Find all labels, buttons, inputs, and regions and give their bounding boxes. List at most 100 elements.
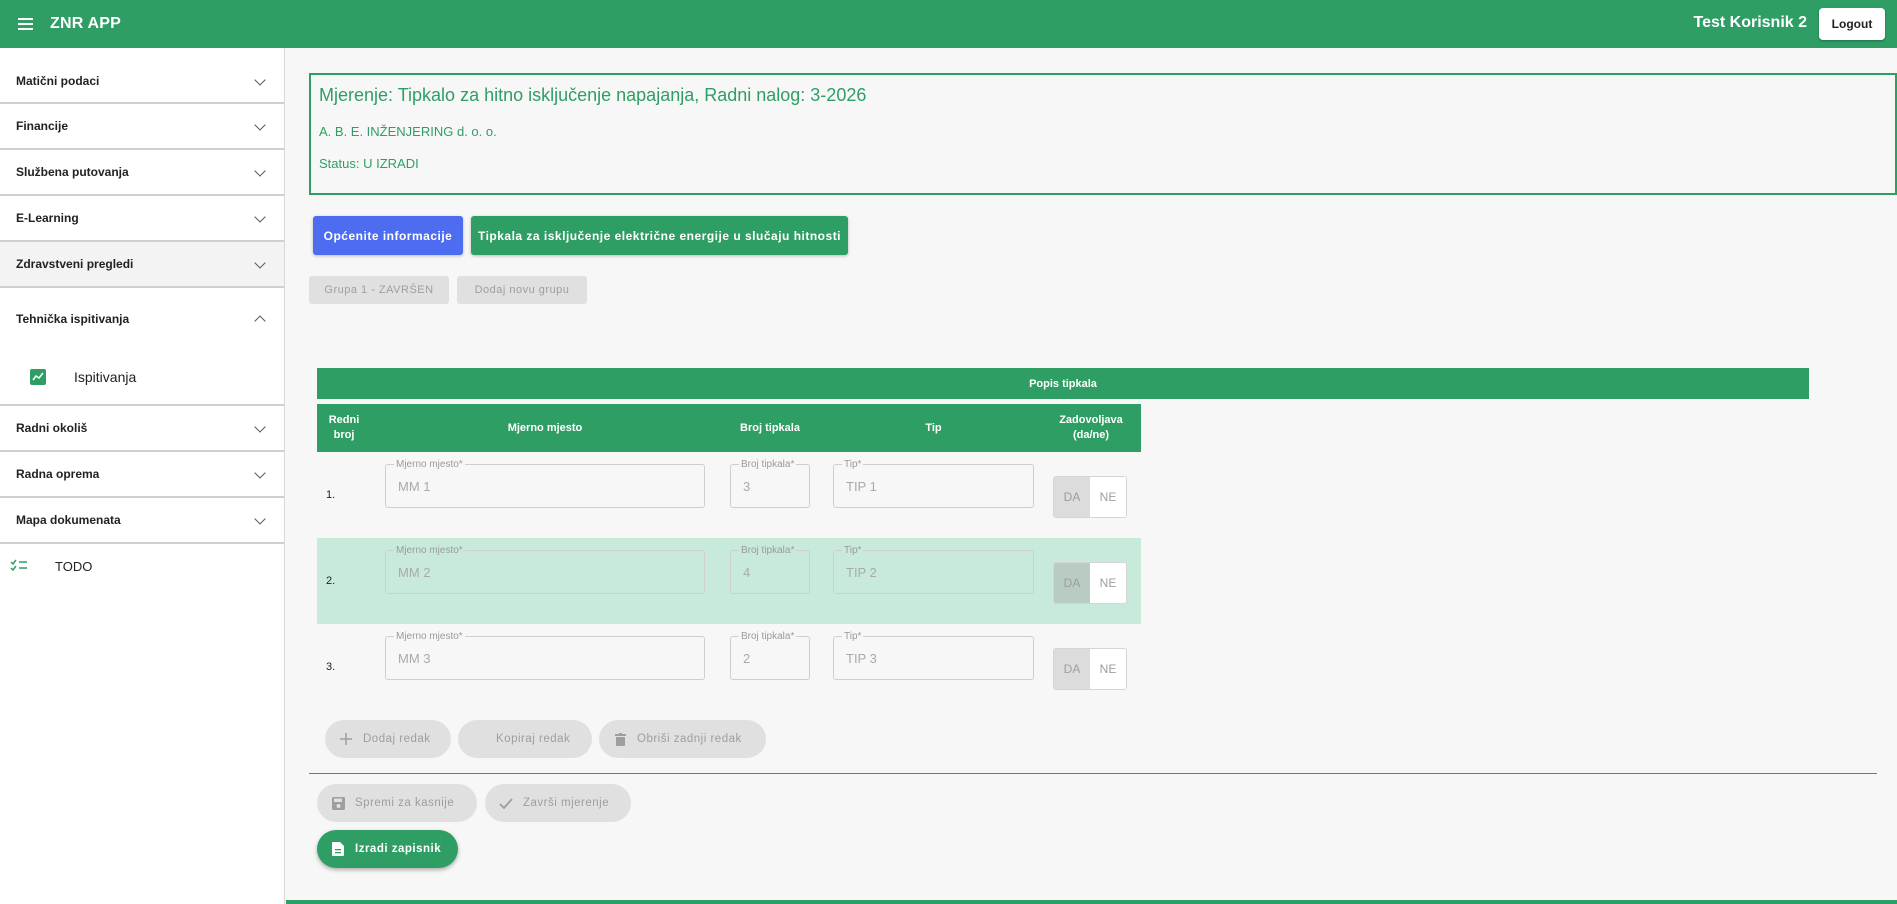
da-ne-toggle: DA NE bbox=[1053, 476, 1127, 518]
broj-tipkala-field[interactable]: Broj tipkala* 2 bbox=[730, 631, 810, 680]
logout-button[interactable]: Logout bbox=[1819, 8, 1885, 40]
ne-button[interactable]: NE bbox=[1090, 649, 1126, 689]
da-ne-toggle: DA NE bbox=[1053, 562, 1127, 604]
field-label: Mjerno mjesto* bbox=[394, 545, 465, 556]
field-label: Tip* bbox=[842, 459, 864, 470]
chevron-down-icon bbox=[254, 73, 266, 86]
tip-field[interactable]: Tip* TIP 3 bbox=[833, 631, 1034, 680]
field-value: TIP 2 bbox=[846, 565, 877, 580]
sidebar-subitem-ispitivanja[interactable]: Ispitivanja bbox=[0, 350, 284, 406]
field-value: 3 bbox=[743, 479, 751, 494]
sidebar: Matični podaci Financije Službena putova… bbox=[0, 48, 285, 904]
da-button[interactable]: DA bbox=[1054, 649, 1090, 689]
tip-field[interactable]: Tip* TIP 2 bbox=[833, 545, 1034, 594]
da-ne-toggle: DA NE bbox=[1053, 648, 1127, 690]
measurement-header: Mjerenje: Tipkalo za hitno isključenje n… bbox=[309, 73, 1897, 195]
plus-icon bbox=[339, 732, 353, 746]
da-button[interactable]: DA bbox=[1054, 477, 1090, 517]
sidebar-subitem-label: Ispitivanja bbox=[74, 369, 137, 385]
sidebar-item-label: Financije bbox=[16, 119, 69, 133]
finish-measurement-button[interactable]: Završi mjerenje bbox=[485, 784, 631, 822]
add-row-button[interactable]: Dodaj redak bbox=[325, 720, 451, 758]
field-label: Broj tipkala* bbox=[739, 545, 797, 556]
sidebar-item-financije[interactable]: Financije bbox=[0, 104, 284, 150]
field-value: TIP 1 bbox=[846, 479, 877, 494]
bottom-bar bbox=[286, 900, 1897, 904]
check-icon bbox=[499, 796, 513, 810]
chevron-up-icon bbox=[254, 314, 266, 327]
ne-button[interactable]: NE bbox=[1090, 563, 1126, 603]
chevron-down-icon bbox=[254, 118, 266, 131]
menu-icon[interactable] bbox=[18, 10, 46, 38]
sidebar-item-label: Službena putovanja bbox=[16, 165, 129, 179]
sidebar-item-mapa-dokumenata[interactable]: Mapa dokumenata bbox=[0, 498, 284, 544]
mjerno-mjesto-field[interactable]: Mjerno mjesto* MM 1 bbox=[385, 459, 705, 508]
chart-icon bbox=[30, 369, 46, 385]
chevron-down-icon bbox=[254, 164, 266, 177]
copy-row-label: Kopiraj redak bbox=[496, 733, 571, 745]
sidebar-item-todo[interactable]: TODO bbox=[0, 544, 284, 588]
sidebar-item-radna-oprema[interactable]: Radna oprema bbox=[0, 452, 284, 498]
sidebar-item-sluzbena-putovanja[interactable]: Službena putovanja bbox=[0, 150, 284, 196]
row-number: 3. bbox=[326, 661, 336, 673]
sidebar-item-label: Zdravstveni pregledi bbox=[16, 257, 134, 271]
field-value: MM 2 bbox=[398, 565, 431, 580]
chevron-down-icon bbox=[254, 256, 266, 269]
sidebar-item-label: E-Learning bbox=[16, 211, 79, 225]
tip-field[interactable]: Tip* TIP 1 bbox=[833, 459, 1034, 508]
save-later-button[interactable]: Spremi za kasnije bbox=[317, 784, 477, 822]
sidebar-item-label: Matični podaci bbox=[16, 74, 100, 88]
checklist-icon bbox=[10, 559, 30, 574]
field-label: Tip* bbox=[842, 631, 864, 642]
table-header: Redni broj Mjerno mjesto Broj tipkala Ti… bbox=[317, 404, 1141, 452]
chevron-down-icon bbox=[254, 466, 266, 479]
sidebar-item-zdravstveni-pregledi[interactable]: Zdravstveni pregledi bbox=[0, 242, 284, 288]
page-title: Mjerenje: Tipkalo za hitno isključenje n… bbox=[319, 85, 867, 105]
column-header-redni-broj: Redni broj bbox=[328, 414, 360, 441]
row-number: 2. bbox=[326, 575, 336, 587]
broj-tipkala-field[interactable]: Broj tipkala* 3 bbox=[730, 459, 810, 508]
app-title: ZNR APP bbox=[50, 15, 122, 32]
column-header-broj-tipkala: Broj tipkala bbox=[740, 421, 800, 434]
delete-last-row-button[interactable]: Obriši zadnji redak bbox=[599, 720, 766, 758]
chevron-down-icon bbox=[254, 420, 266, 433]
delete-last-row-label: Obriši zadnji redak bbox=[637, 733, 742, 745]
tab-opcenite-informacije[interactable]: Općenite informacije bbox=[313, 216, 463, 255]
copy-row-button[interactable]: Kopiraj redak bbox=[458, 720, 592, 758]
field-value: TIP 3 bbox=[846, 651, 877, 666]
user-name: Test Korisnik 2 bbox=[1693, 14, 1807, 31]
sidebar-item-label: Radna oprema bbox=[16, 467, 100, 481]
save-icon bbox=[331, 796, 345, 810]
add-row-label: Dodaj redak bbox=[363, 733, 431, 745]
sidebar-item-tehnicka-ispitivanja[interactable]: Tehnička ispitivanja bbox=[0, 288, 284, 350]
mjerno-mjesto-field[interactable]: Mjerno mjesto* MM 3 bbox=[385, 631, 705, 680]
column-header-zadovoljava: Zadovoljava (da/ne) bbox=[1059, 414, 1123, 441]
field-value: 4 bbox=[743, 565, 751, 580]
field-value: MM 3 bbox=[398, 651, 431, 666]
group-1-button[interactable]: Grupa 1 - ZAVRŠEN bbox=[309, 276, 449, 304]
add-group-button[interactable]: Dodaj novu grupu bbox=[457, 276, 587, 304]
da-button[interactable]: DA bbox=[1054, 563, 1090, 603]
field-label: Tip* bbox=[842, 545, 864, 556]
tab-tipkala[interactable]: Tipkala za isključenje električne energi… bbox=[471, 216, 848, 255]
broj-tipkala-field[interactable]: Broj tipkala* 4 bbox=[730, 545, 810, 594]
ne-button[interactable]: NE bbox=[1090, 477, 1126, 517]
sidebar-item-label: Radni okoliš bbox=[16, 421, 88, 435]
column-header-mjerno-mjesto: Mjerno mjesto bbox=[507, 421, 583, 434]
app-bar: ZNR APP Test Korisnik 2 Logout bbox=[0, 0, 1897, 48]
mjerno-mjesto-field[interactable]: Mjerno mjesto* MM 2 bbox=[385, 545, 705, 594]
sidebar-item-maticni-podaci[interactable]: Matični podaci bbox=[0, 60, 284, 104]
field-label: Mjerno mjesto* bbox=[394, 459, 465, 470]
main-content: Mjerenje: Tipkalo za hitno isključenje n… bbox=[286, 48, 1897, 904]
table-title: Popis tipkala bbox=[317, 368, 1809, 399]
sidebar-item-e-learning[interactable]: E-Learning bbox=[0, 196, 284, 242]
create-report-button[interactable]: Izradi zapisnik bbox=[317, 830, 458, 868]
table-row: 1. Mjerno mjesto* MM 1 Broj tipkala* 3 T… bbox=[317, 452, 1141, 538]
document-icon bbox=[331, 842, 345, 856]
chevron-down-icon bbox=[254, 512, 266, 525]
sidebar-item-label: Mapa dokumenata bbox=[16, 513, 121, 527]
field-value: MM 1 bbox=[398, 479, 431, 494]
field-label: Broj tipkala* bbox=[739, 631, 797, 642]
sidebar-item-radni-okolis[interactable]: Radni okoliš bbox=[0, 406, 284, 452]
status-text: Status: U IZRADI bbox=[319, 156, 419, 171]
